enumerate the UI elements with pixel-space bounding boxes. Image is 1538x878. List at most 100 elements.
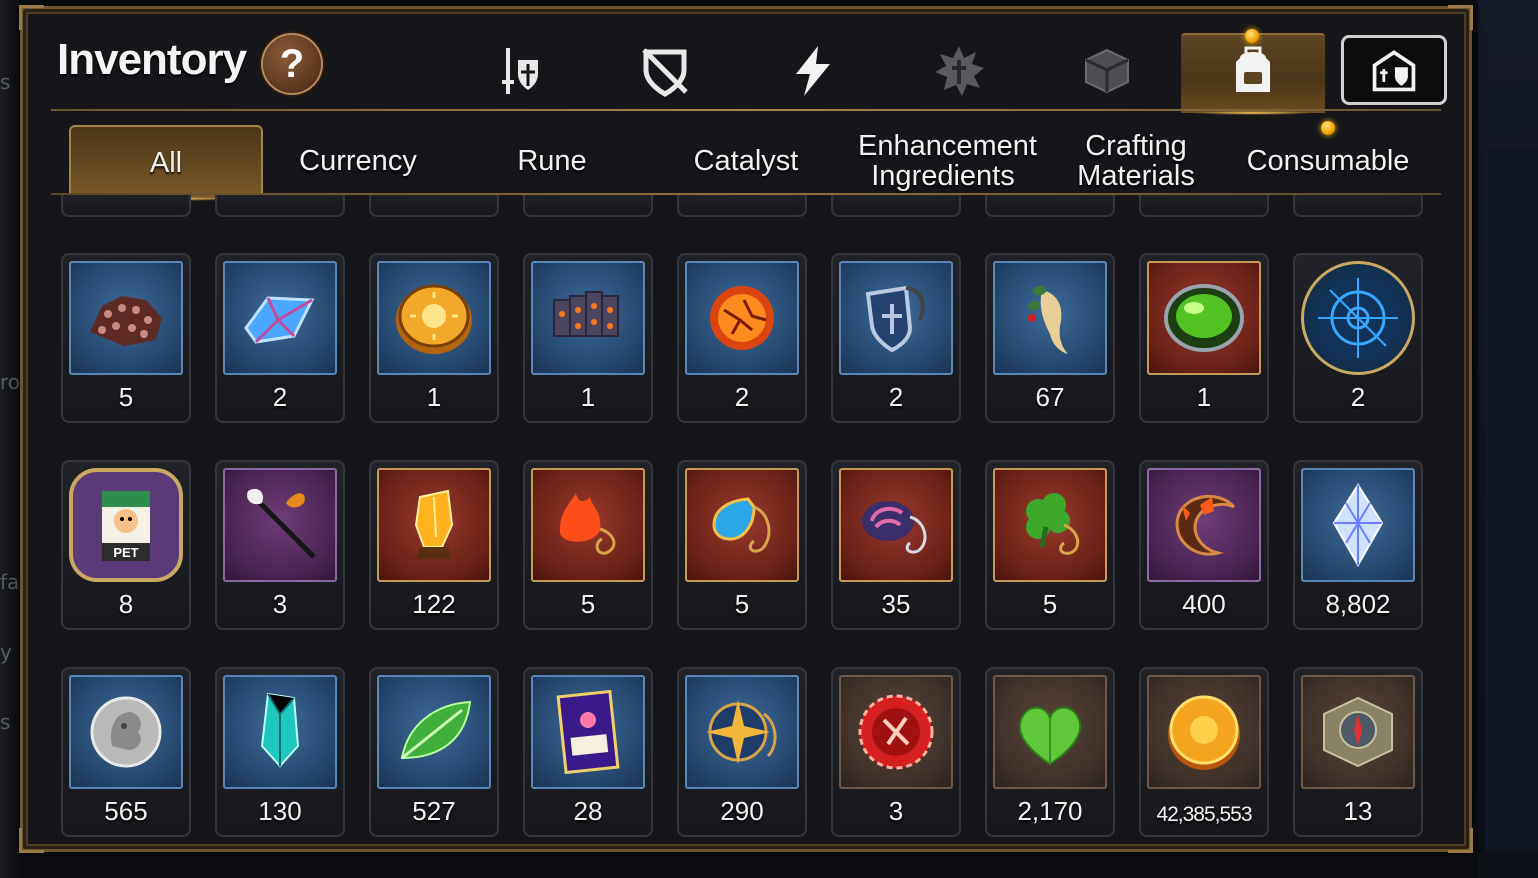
item-slot-partial[interactable] (677, 195, 807, 217)
item-count: 8,802 (1325, 589, 1391, 619)
castle-icon (1372, 50, 1416, 92)
subtab-currency[interactable]: Currency (263, 125, 453, 197)
item-count: 122 (412, 589, 456, 619)
item-slot[interactable]: 1 (369, 253, 499, 423)
item-count: 3 (888, 796, 904, 826)
item-slot[interactable]: 2,170 (985, 667, 1115, 837)
feather-wand-icon (247, 488, 316, 559)
item-count: 2 (888, 382, 904, 412)
certificate-icon (556, 689, 620, 775)
item-count: 400 (1182, 589, 1226, 619)
item-slot-partial[interactable] (61, 195, 191, 217)
ginseng-root-icon (1028, 285, 1068, 354)
tab-sword-shield[interactable] (489, 39, 549, 103)
subtab-crafting-materials[interactable]: Crafting Materials (1041, 125, 1231, 197)
dark-blocks-icon (553, 291, 619, 337)
subtab-label: Rune (517, 145, 587, 177)
blue-shield-badge-icon (865, 285, 925, 353)
tab-crossed-shield[interactable] (635, 39, 695, 103)
subtab-label: Currency (299, 145, 417, 177)
item-slot[interactable]: 2 (677, 253, 807, 423)
subtab-consumable[interactable]: Consumable (1233, 125, 1423, 197)
water-pendant-icon (712, 497, 771, 553)
backpack-notification-dot (1245, 29, 1259, 43)
subtab-all[interactable]: All (69, 125, 263, 201)
item-slot[interactable]: 35 (831, 460, 961, 630)
item-slot[interactable]: 13 (1293, 667, 1423, 837)
item-slot[interactable]: 565 (61, 667, 191, 837)
item-slot[interactable]: 130 (215, 667, 345, 837)
item-slot-partial[interactable] (1293, 195, 1423, 217)
item-slot-partial[interactable] (523, 195, 653, 217)
item-slot[interactable]: 527 (369, 667, 499, 837)
pet-label: PET (113, 545, 138, 560)
spiked-emblem-icon (935, 46, 984, 96)
blue-crystal-icon (244, 296, 315, 344)
flame-pendant-icon (559, 493, 616, 555)
item-count: 35 (881, 589, 911, 619)
item-slot[interactable]: 8,802 (1293, 460, 1423, 630)
item-slot[interactable]: 28 (523, 667, 653, 837)
inventory-panel: Inventory ? All Currency Rune Catalyst E… (19, 5, 1473, 853)
item-slot-partial[interactable] (1139, 195, 1269, 217)
consumable-notification-dot (1321, 121, 1335, 135)
item-count: 2,170 (1017, 796, 1083, 826)
background-ghost-letter: y (0, 640, 12, 664)
background-ghost-letter: s (0, 710, 11, 734)
item-count: 5 (118, 382, 134, 412)
item-count: 8 (118, 589, 134, 619)
green-leaf-icon (400, 700, 472, 760)
item-slot-partial[interactable] (369, 195, 499, 217)
item-slot[interactable]: PET 8 (61, 460, 191, 630)
item-count: 5 (734, 589, 750, 619)
subtab-enhancement-ingredients[interactable]: Enhancement Ingredients (845, 125, 1041, 197)
subtab-catalyst[interactable]: Catalyst (651, 125, 841, 197)
tab-cube[interactable] (1077, 39, 1137, 103)
item-count: 2 (734, 382, 750, 412)
item-slot[interactable]: 3 (831, 667, 961, 837)
item-slot[interactable]: 122 (369, 460, 499, 630)
item-count: 2 (272, 382, 288, 412)
tab-lightning[interactable] (783, 39, 843, 103)
teal-crystal-icon (260, 692, 300, 768)
item-slot[interactable]: 67 (985, 253, 1115, 423)
tab-spiked-emblem[interactable] (929, 39, 989, 103)
help-button[interactable]: ? (261, 33, 323, 95)
ore-chunk-icon (90, 296, 162, 346)
item-slot[interactable]: 5 (677, 460, 807, 630)
tab-castle[interactable] (1341, 35, 1447, 105)
fire-orb-icon (710, 286, 774, 350)
item-slot-partial[interactable] (831, 195, 961, 217)
item-slot[interactable]: 42,385,553 (1139, 667, 1269, 837)
item-slot[interactable]: 5 (985, 460, 1115, 630)
stone-compass-icon (1323, 696, 1393, 768)
lightning-icon (796, 46, 830, 96)
backpack-icon (1236, 46, 1270, 92)
item-count: 13 (1343, 796, 1373, 826)
background-right-edge (1478, 0, 1538, 878)
subtab-label: Catalyst (693, 145, 799, 177)
item-slot[interactable]: 1 (1139, 253, 1269, 423)
item-slot[interactable]: 2 (831, 253, 961, 423)
header-divider (51, 109, 1441, 111)
item-slot[interactable]: 2 (215, 253, 345, 423)
item-slot[interactable]: 400 (1139, 460, 1269, 630)
sun-coin-icon (396, 284, 472, 354)
item-count: 3 (272, 589, 288, 619)
page-title: Inventory (57, 35, 247, 84)
tab-backpack[interactable] (1223, 39, 1283, 103)
item-slot[interactable]: 3 (215, 460, 345, 630)
item-slot[interactable]: 5 (523, 460, 653, 630)
subtab-rune[interactable]: Rune (457, 125, 647, 197)
item-slot[interactable]: 2 (1293, 253, 1423, 423)
item-slot[interactable]: 5 (61, 253, 191, 423)
item-slot[interactable]: 1 (523, 253, 653, 423)
background-left-edge: s ro fa y s (0, 0, 22, 878)
green-heart-icon (1019, 706, 1081, 766)
item-count: 2 (1350, 382, 1366, 412)
item-slot-partial[interactable] (985, 195, 1115, 217)
crescent-charm-icon (1175, 494, 1236, 556)
background-ghost-letter: fa (0, 570, 20, 594)
item-slot[interactable]: 290 (677, 667, 807, 837)
item-slot-partial[interactable] (215, 195, 345, 217)
